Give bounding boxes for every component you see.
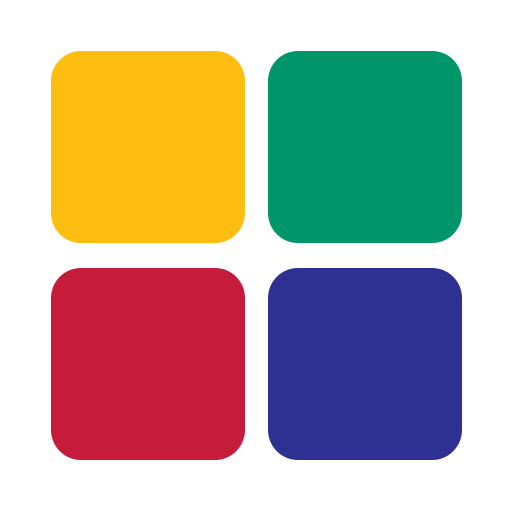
red-tile [51,268,245,460]
blue-tile [268,268,462,460]
yellow-tile [51,51,245,243]
app-icon-grid [0,0,512,512]
green-tile [268,51,462,243]
